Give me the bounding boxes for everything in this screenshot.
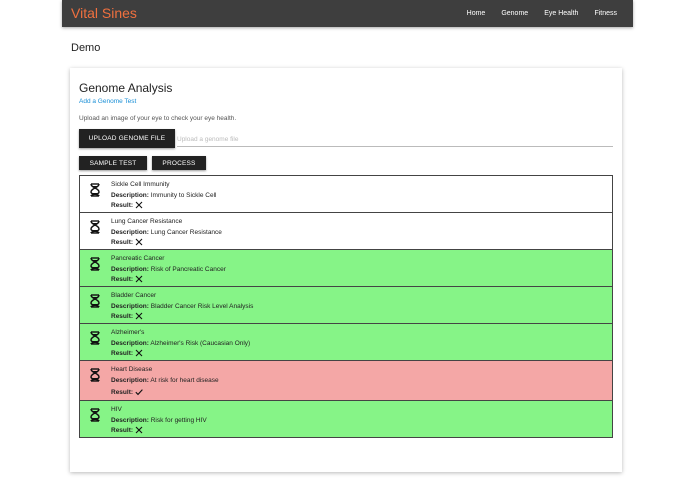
result-row: Sickle Cell Immunity Description: Immunit… bbox=[79, 175, 613, 213]
result-status: Result: bbox=[111, 349, 143, 357]
result-status: Result: bbox=[111, 238, 143, 246]
description-value: Immunity to Sickle Cell bbox=[150, 192, 217, 199]
result-row: Pancreatic Cancer Description: Risk of Pa… bbox=[79, 249, 613, 287]
description-value: Bladder Cancer Risk Level Analysis bbox=[150, 303, 254, 310]
result-label: Result: bbox=[111, 388, 134, 396]
result-description: Description: Bladder Cancer Risk Level A… bbox=[111, 303, 253, 310]
card-title: Genome Analysis bbox=[79, 81, 173, 95]
nav-link-eye-health[interactable]: Eye Health bbox=[544, 10, 578, 17]
result-description: Description: Immunity to Sickle Cell bbox=[111, 192, 216, 199]
result-description: Description: Risk for getting HIV bbox=[111, 417, 207, 424]
description-value: Risk for getting HIV bbox=[150, 417, 207, 424]
close-icon bbox=[135, 426, 143, 434]
close-icon bbox=[135, 312, 143, 320]
result-name: Lung Cancer Resistance bbox=[111, 218, 183, 225]
close-icon bbox=[135, 275, 143, 283]
dna-icon bbox=[89, 331, 101, 345]
result-status: Result: bbox=[111, 388, 143, 396]
page-title: Demo bbox=[71, 42, 101, 54]
add-genome-test-link[interactable]: Add a Genome Test bbox=[79, 98, 136, 105]
description-label: Description: bbox=[111, 192, 149, 199]
dna-icon bbox=[89, 220, 101, 234]
dna-icon bbox=[89, 183, 101, 197]
top-navbar: Vital Sines Home Genome Eye Health Fitne… bbox=[62, 0, 633, 27]
result-label: Result: bbox=[111, 238, 134, 246]
result-name: Pancreatic Cancer bbox=[111, 255, 165, 262]
upload-genome-file-button[interactable]: UPLOAD GENOME FILE bbox=[79, 129, 175, 148]
description-label: Description: bbox=[111, 417, 149, 424]
nav-links: Home Genome Eye Health Fitness bbox=[467, 0, 633, 27]
close-icon bbox=[135, 349, 143, 357]
nav-link-home[interactable]: Home bbox=[467, 10, 486, 17]
close-icon bbox=[135, 201, 143, 209]
dna-icon bbox=[89, 368, 101, 382]
description-label: Description: bbox=[111, 266, 149, 273]
nav-link-genome[interactable]: Genome bbox=[501, 10, 528, 17]
description-label: Description: bbox=[111, 229, 149, 236]
result-status: Result: bbox=[111, 201, 143, 209]
description-label: Description: bbox=[111, 303, 149, 310]
nav-link-fitness[interactable]: Fitness bbox=[594, 10, 617, 17]
result-description: Description: Alzheimer's Risk (Caucasian… bbox=[111, 340, 250, 347]
description-value: Lung Cancer Resistance bbox=[150, 229, 222, 236]
brand-logo-text[interactable]: Vital Sines bbox=[71, 5, 137, 21]
description-value: At risk for heart disease bbox=[150, 377, 219, 384]
result-label: Result: bbox=[111, 312, 134, 320]
result-name: Alzheimer's bbox=[111, 329, 145, 336]
result-label: Result: bbox=[111, 426, 134, 434]
result-label: Result: bbox=[111, 275, 134, 283]
dna-icon bbox=[89, 408, 101, 422]
description-value: Risk of Pancreatic Cancer bbox=[150, 266, 226, 273]
dna-icon bbox=[89, 294, 101, 308]
sample-test-button[interactable]: SAMPLE TEST bbox=[79, 156, 147, 170]
description-label: Description: bbox=[111, 340, 149, 347]
result-label: Result: bbox=[111, 201, 134, 209]
genome-analysis-card: Genome Analysis Add a Genome Test Upload… bbox=[70, 68, 622, 472]
description-value: Alzheimer's Risk (Caucasian Only) bbox=[150, 340, 251, 347]
result-status: Result: bbox=[111, 426, 143, 434]
result-name: HIV bbox=[111, 406, 122, 413]
genome-file-path-input[interactable] bbox=[177, 133, 613, 147]
result-row: Heart Disease Description: At risk for he… bbox=[79, 360, 613, 401]
results-list: Sickle Cell Immunity Description: Immunit… bbox=[79, 175, 613, 438]
process-button[interactable]: PROCESS bbox=[152, 156, 206, 170]
dna-icon bbox=[89, 257, 101, 271]
close-icon bbox=[135, 238, 143, 246]
result-row: Lung Cancer Resistance Description: Lung … bbox=[79, 212, 613, 250]
result-label: Result: bbox=[111, 349, 134, 357]
result-status: Result: bbox=[111, 275, 143, 283]
description-label: Description: bbox=[111, 377, 149, 384]
check-icon bbox=[135, 388, 143, 396]
result-name: Heart Disease bbox=[111, 366, 153, 373]
result-description: Description: At risk for heart disease bbox=[111, 377, 219, 384]
result-name: Sickle Cell Immunity bbox=[111, 181, 170, 188]
result-status: Result: bbox=[111, 312, 143, 320]
result-row: Bladder Cancer Description: Bladder Cance… bbox=[79, 286, 613, 324]
result-row: HIV Description: Risk for getting HIV Resu… bbox=[79, 400, 613, 438]
result-name: Bladder Cancer bbox=[111, 292, 157, 299]
upload-instructions: Upload an image of your eye to check you… bbox=[79, 115, 237, 122]
result-description: Description: Lung Cancer Resistance bbox=[111, 229, 222, 236]
result-description: Description: Risk of Pancreatic Cancer bbox=[111, 266, 226, 273]
result-row: Alzheimer's Description: Alzheimer's Risk… bbox=[79, 323, 613, 361]
